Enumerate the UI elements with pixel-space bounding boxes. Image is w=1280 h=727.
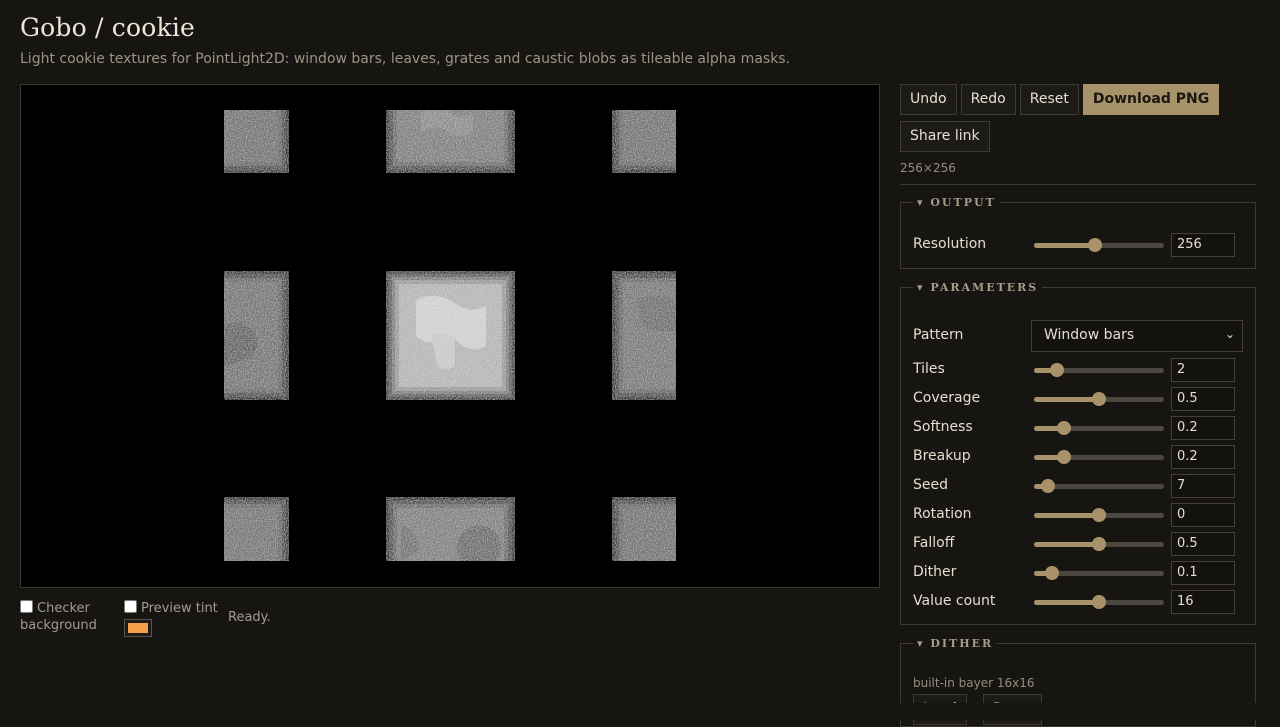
download-png-button[interactable]: Download PNG <box>1082 84 1220 115</box>
coverage-row: Coverage 0.5 <box>913 387 1245 411</box>
redo-button[interactable]: Redo <box>960 84 1016 115</box>
viewport-bottom-edge <box>900 703 1280 720</box>
resolution-input[interactable]: 256 <box>1171 233 1235 257</box>
value-count-slider[interactable] <box>1034 595 1164 609</box>
preview-tint-checkbox[interactable] <box>124 600 137 613</box>
breakup-slider[interactable] <box>1034 450 1164 464</box>
rotation-slider-thumb[interactable] <box>1092 508 1106 522</box>
seed-label: Seed <box>913 477 948 493</box>
softness-row: Softness 0.2 <box>913 416 1245 440</box>
dither-input[interactable]: 0.1 <box>1171 561 1235 585</box>
breakup-row: Breakup 0.2 <box>913 445 1245 469</box>
falloff-slider[interactable] <box>1034 537 1164 551</box>
pattern-select[interactable]: Window bars ⌄ <box>1031 320 1243 352</box>
rotation-row: Rotation 0 <box>913 503 1245 527</box>
checker-background-checkbox[interactable] <box>20 600 33 613</box>
output-section: ▾ OUTPUT Resolution 256 <box>900 196 1256 269</box>
tiles-slider-thumb[interactable] <box>1050 363 1065 377</box>
coverage-slider[interactable] <box>1034 392 1164 406</box>
tint-color-picker[interactable] <box>124 619 152 637</box>
seed-slider-thumb[interactable] <box>1041 479 1056 493</box>
tiles-row: Tiles 2 <box>913 358 1245 382</box>
tint-color-swatch <box>128 623 148 633</box>
coverage-input[interactable]: 0.5 <box>1171 387 1235 411</box>
dither-label: Dither <box>913 564 957 580</box>
tiles-slider[interactable] <box>1034 363 1164 377</box>
pattern-select-value: Window bars <box>1044 327 1135 343</box>
dither-slider[interactable] <box>1034 566 1164 580</box>
status-text: Ready. <box>228 610 271 625</box>
rotation-label: Rotation <box>913 506 972 522</box>
preview-tint-toggle[interactable]: Preview tint <box>124 600 234 637</box>
page-title: Gobo / cookie <box>20 13 196 42</box>
seed-slider[interactable] <box>1034 479 1164 493</box>
cookie-tiles <box>224 110 676 561</box>
resolution-label: Resolution <box>913 236 987 252</box>
cookie-preview-canvas[interactable] <box>20 84 880 588</box>
softness-label: Softness <box>913 419 973 435</box>
rotation-slider[interactable] <box>1034 508 1164 522</box>
seed-input[interactable]: 7 <box>1171 474 1235 498</box>
output-legend[interactable]: ▾ OUTPUT <box>913 196 1000 209</box>
texture-dimensions: 256×256 <box>900 161 956 175</box>
breakup-input[interactable]: 0.2 <box>1171 445 1235 469</box>
pattern-row: Pattern Window bars ⌄ <box>913 320 1245 352</box>
value-count-label: Value count <box>913 593 996 609</box>
falloff-slider-thumb[interactable] <box>1092 537 1106 551</box>
undo-button[interactable]: Undo <box>900 84 957 115</box>
dither-row: Dither 0.1 <box>913 561 1245 585</box>
checker-background-toggle[interactable]: Checker background <box>20 600 110 634</box>
value-count-input[interactable]: 16 <box>1171 590 1235 614</box>
resolution-slider[interactable] <box>1034 238 1164 252</box>
dither-slider-thumb[interactable] <box>1045 566 1060 580</box>
softness-slider-thumb[interactable] <box>1056 421 1071 435</box>
dither-source-note: built-in bayer 16x16 <box>913 676 1035 690</box>
value-count-slider-thumb[interactable] <box>1092 595 1106 609</box>
breakup-slider-thumb[interactable] <box>1056 450 1071 464</box>
pattern-label: Pattern <box>913 327 964 343</box>
rotation-input[interactable]: 0 <box>1171 503 1235 527</box>
parameters-section: ▾ PARAMETERS Pattern Window bars ⌄ Tiles… <box>900 281 1256 625</box>
settings-panel: Undo Redo Reset Download PNG Share link 256… <box>900 84 1256 727</box>
share-link-button[interactable]: Share link <box>900 121 990 152</box>
reset-button[interactable]: Reset <box>1019 84 1079 115</box>
coverage-label: Coverage <box>913 390 981 406</box>
chevron-down-icon: ⌄ <box>1224 327 1235 341</box>
falloff-input[interactable]: 0.5 <box>1171 532 1235 556</box>
preview-tint-label: Preview tint <box>141 601 218 616</box>
divider <box>900 184 1256 185</box>
falloff-label: Falloff <box>913 535 955 551</box>
value-count-row: Value count 16 <box>913 590 1245 614</box>
falloff-row: Falloff 0.5 <box>913 532 1245 556</box>
tiles-input[interactable]: 2 <box>1171 358 1235 382</box>
coverage-slider-thumb[interactable] <box>1092 392 1106 406</box>
parameters-legend[interactable]: ▾ PARAMETERS <box>913 281 1042 294</box>
dither-legend[interactable]: ▾ DITHER <box>913 637 997 650</box>
cookie-preview-image <box>224 110 676 561</box>
page-subtitle: Light cookie textures for PointLight2D: … <box>20 51 791 67</box>
tiles-label: Tiles <box>913 361 945 377</box>
softness-input[interactable]: 0.2 <box>1171 416 1235 440</box>
resolution-row: Resolution 256 <box>913 233 1245 257</box>
softness-slider[interactable] <box>1034 421 1164 435</box>
resolution-slider-thumb[interactable] <box>1088 238 1103 252</box>
breakup-label: Breakup <box>913 448 971 464</box>
seed-row: Seed 7 <box>913 474 1245 498</box>
